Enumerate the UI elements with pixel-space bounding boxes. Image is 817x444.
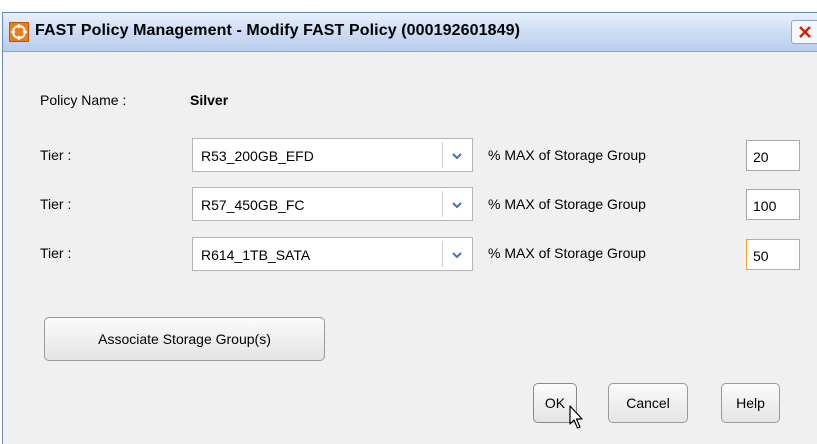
max-storage-group-label: % MAX of Storage Group [488,245,646,261]
app-logo-icon [9,22,29,42]
tier-1-select[interactable]: R53_200GB_EFD [192,138,473,172]
cancel-button[interactable]: Cancel [608,383,688,423]
tier-2-selected-value: R57_450GB_FC [201,197,305,213]
tier-1-selected-value: R53_200GB_EFD [201,148,314,164]
tier-label: Tier : [40,196,72,212]
chevron-down-icon[interactable] [449,148,465,164]
close-button[interactable] [791,20,817,44]
policy-name-label: Policy Name : [40,92,127,108]
tier-label: Tier : [40,245,72,261]
mouse-cursor-icon [569,405,583,429]
policy-name-value: Silver [190,92,229,108]
max-storage-group-label: % MAX of Storage Group [488,147,646,163]
max-storage-group-label: % MAX of Storage Group [488,196,646,212]
tier-3-select[interactable]: R614_1TB_SATA [192,237,473,271]
chevron-down-icon[interactable] [449,197,465,213]
tier-1-max-percent-input[interactable]: 20 [746,140,800,171]
window-title: FAST Policy Management - Modify FAST Pol… [35,22,521,39]
chevron-down-icon[interactable] [449,247,465,263]
title-bar[interactable]: FAST Policy Management - Modify FAST Pol… [3,13,817,52]
tier-label: Tier : [40,147,72,163]
associate-storage-groups-button[interactable]: Associate Storage Group(s) [44,317,325,361]
modify-fast-policy-dialog: FAST Policy Management - Modify FAST Pol… [2,12,817,444]
tier-3-max-percent-input[interactable]: 50 [746,239,800,270]
tier-2-max-percent-input[interactable]: 100 [746,189,800,220]
tier-3-selected-value: R614_1TB_SATA [201,247,311,263]
help-button[interactable]: Help [721,383,780,423]
close-icon [799,26,811,38]
tier-2-select[interactable]: R57_450GB_FC [192,187,473,221]
